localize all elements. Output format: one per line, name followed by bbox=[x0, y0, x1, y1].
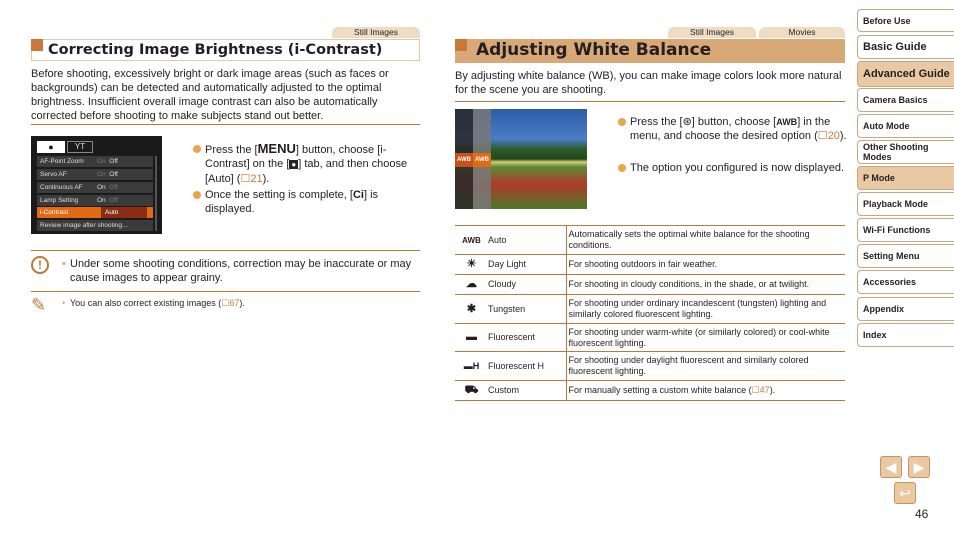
step-1: Press the [⊛] button, choose [AWB] in th… bbox=[618, 115, 848, 143]
page-ref-link[interactable]: ☐47 bbox=[752, 385, 770, 395]
caution-text: • Under some shooting conditions, correct… bbox=[62, 258, 412, 284]
menu-row: Continuous AF On Off bbox=[37, 182, 153, 193]
sidebar-item-appendix[interactable]: Appendix bbox=[857, 297, 954, 321]
sidebar-item-wifi-functions[interactable]: Wi-Fi Functions bbox=[857, 218, 954, 242]
prev-page-button[interactable]: ◀ bbox=[880, 456, 902, 478]
step-1: Press the [MENU] button, choose [i-Contr… bbox=[193, 142, 423, 186]
camera-tab-icon: ● bbox=[37, 141, 65, 153]
sidebar-item-camera-basics[interactable]: Camera Basics bbox=[857, 88, 954, 112]
intro-text: Before shooting, excessively bright or d… bbox=[31, 68, 389, 122]
sidebar-item-setting-menu[interactable]: Setting Menu bbox=[857, 244, 954, 268]
scrollbar bbox=[155, 156, 157, 231]
awb-icon: AWB bbox=[776, 117, 798, 127]
table-row: ☁ Cloudy For shooting in cloudy conditions… bbox=[455, 274, 845, 295]
table-row: ⛟ Custom For manually setting a custom whi… bbox=[455, 380, 845, 401]
menu-key-icon: MENU bbox=[257, 141, 296, 156]
daylight-icon: ☀ bbox=[455, 254, 488, 275]
menu-row: AF-Point Zoom On Off bbox=[37, 156, 153, 167]
caution-icon: ! bbox=[31, 256, 49, 274]
cloudy-icon: ☁ bbox=[455, 274, 488, 295]
return-icon: ↩ bbox=[899, 484, 911, 501]
still-images-tab: Still Images bbox=[332, 27, 420, 38]
page-ref-link[interactable]: ☐67 bbox=[221, 298, 239, 308]
sidebar-item-index[interactable]: Index bbox=[857, 323, 954, 347]
wb-desc: For shooting outdoors in fair weather. bbox=[565, 254, 845, 275]
table-row: ▬ Fluorescent For shooting under warm-whit… bbox=[455, 323, 845, 352]
custom-wb-icon: ⛟ bbox=[455, 380, 488, 401]
table-row: ✱ Tungsten For shooting under ordinary inc… bbox=[455, 294, 845, 324]
wb-name: Tungsten bbox=[488, 294, 566, 324]
wb-name: Cloudy bbox=[488, 274, 566, 295]
sidebar-item-before-use[interactable]: Before Use bbox=[857, 9, 954, 32]
movies-tab: Movies bbox=[759, 27, 845, 38]
awb-menu-item: AWB bbox=[455, 153, 473, 167]
tungsten-icon: ✱ bbox=[455, 294, 488, 324]
step-2: Once the setting is complete, [Ci] is di… bbox=[193, 188, 423, 216]
divider bbox=[31, 250, 420, 251]
page-number: 46 bbox=[915, 507, 929, 521]
menu-row: Servo AF On Off bbox=[37, 169, 153, 180]
intro-text: By adjusting white balance (WB), you can… bbox=[455, 70, 842, 96]
title-marker-icon bbox=[455, 39, 467, 51]
awb-icon: AWB bbox=[455, 225, 488, 255]
wb-name: Auto bbox=[488, 225, 566, 255]
sidebar-item-auto-mode[interactable]: Auto Mode bbox=[857, 114, 954, 138]
i-contrast-icon: Ci bbox=[352, 189, 364, 201]
wb-name: Custom bbox=[488, 380, 566, 401]
wb-name: Fluorescent bbox=[488, 323, 566, 352]
table-row: ☀ Day Light For shooting outdoors in fair … bbox=[455, 254, 845, 275]
wb-desc: For shooting under ordinary incandescent… bbox=[565, 294, 845, 324]
sidebar-item-p-mode[interactable]: P Mode bbox=[857, 166, 954, 190]
tools-tab-icon: YT bbox=[67, 141, 93, 153]
fluorescent-icon: ▬ bbox=[455, 323, 488, 352]
func-set-icon: ⊛ bbox=[682, 116, 692, 128]
divider bbox=[455, 101, 845, 102]
camera-screen-photo: AWB AWB bbox=[455, 109, 587, 209]
page-ref-link[interactable]: ☐21 bbox=[240, 173, 262, 185]
fluorescent-h-icon: ▬H bbox=[455, 351, 488, 381]
bullet-icon bbox=[193, 191, 201, 199]
divider bbox=[31, 291, 420, 292]
page-ref-link[interactable]: ☐20 bbox=[818, 130, 840, 142]
sidebar-item-other-shooting-modes[interactable]: Other Shooting Modes bbox=[857, 140, 954, 164]
awb-menu-item-selected: AWB bbox=[473, 153, 491, 167]
page-title: Correcting Image Brightness (i-Contrast) bbox=[48, 42, 383, 58]
white-balance-table: AWB Auto Automatically sets the optimal wh… bbox=[455, 225, 845, 401]
chevron-right-icon: ▶ bbox=[913, 458, 925, 475]
wb-desc: For shooting under warm-white (or simila… bbox=[565, 323, 845, 352]
menu-row-selected: i-Contrast Auto bbox=[37, 207, 153, 218]
bullet-icon bbox=[618, 164, 626, 172]
sidebar-item-basic-guide[interactable]: Basic Guide bbox=[857, 35, 954, 59]
next-page-button[interactable]: ▶ bbox=[908, 456, 930, 478]
sidebar-item-advanced-guide[interactable]: Advanced Guide bbox=[857, 61, 954, 87]
wb-desc: For shooting under daylight fluorescent … bbox=[565, 351, 845, 381]
still-images-tab: Still Images bbox=[668, 27, 756, 38]
sidebar-item-accessories[interactable]: Accessories bbox=[857, 270, 954, 294]
divider bbox=[31, 124, 420, 125]
camera-menu-screen: ● YT AF-Point Zoom On Off Servo AF On Off … bbox=[31, 136, 162, 234]
menu-row: Lamp Setting On Off bbox=[37, 195, 153, 206]
camera-icon: ● bbox=[289, 160, 299, 169]
bullet-icon bbox=[193, 145, 201, 153]
wb-desc: Automatically sets the optimal white bal… bbox=[565, 225, 845, 255]
wb-name: Fluorescent H bbox=[488, 351, 566, 381]
wb-desc: For shooting in cloudy conditions, in th… bbox=[565, 274, 845, 295]
wb-name: Day Light bbox=[488, 254, 566, 275]
wb-desc: For manually setting a custom white bala… bbox=[565, 380, 845, 401]
chevron-left-icon: ◀ bbox=[885, 458, 897, 475]
title-marker-icon bbox=[31, 39, 43, 51]
step-2: The option you configured is now display… bbox=[618, 161, 848, 175]
bullet-icon bbox=[618, 118, 626, 126]
page-title: Adjusting White Balance bbox=[476, 40, 712, 60]
pencil-icon: ✎ bbox=[31, 295, 47, 315]
menu-row: Review image after shooting... bbox=[37, 220, 153, 231]
table-row: AWB Auto Automatically sets the optimal wh… bbox=[455, 225, 845, 255]
note-text: • You can also correct existing images (☐… bbox=[62, 298, 245, 308]
table-row: ▬H Fluorescent H For shooting under daylig… bbox=[455, 351, 845, 381]
back-button[interactable]: ↩ bbox=[894, 482, 916, 504]
sidebar-item-playback-mode[interactable]: Playback Mode bbox=[857, 192, 954, 216]
